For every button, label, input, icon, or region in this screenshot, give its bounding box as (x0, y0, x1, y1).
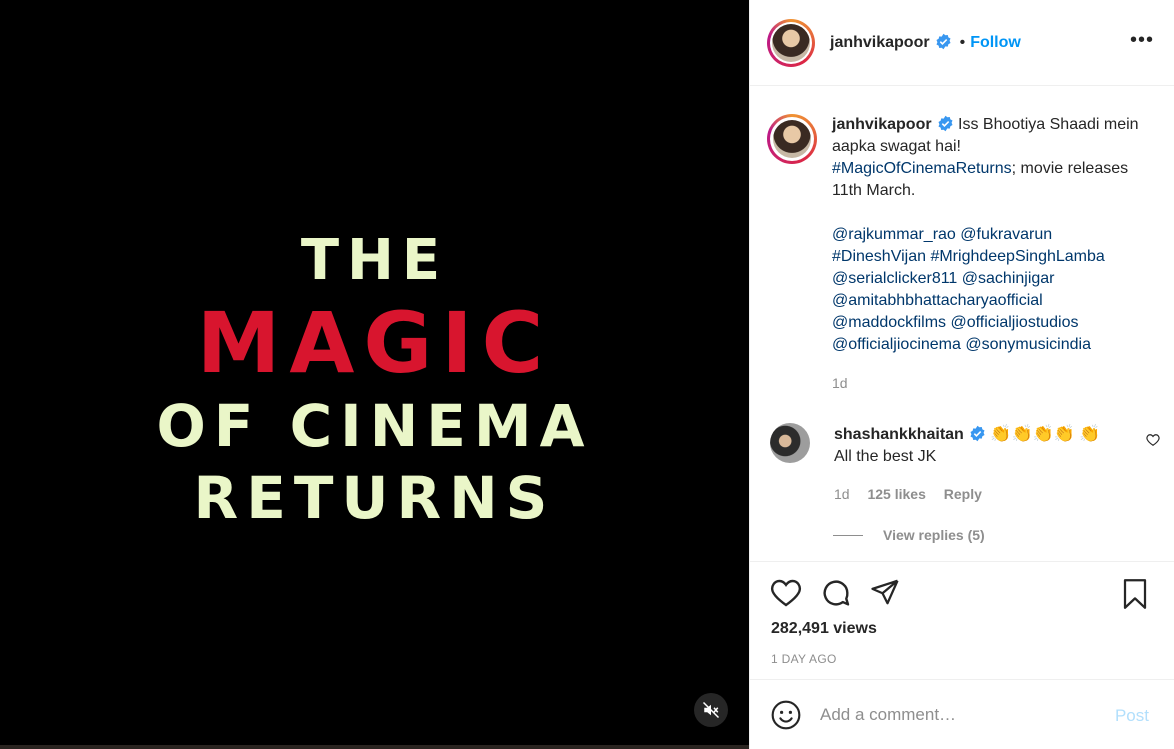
caption-avatar[interactable] (767, 114, 817, 164)
header-username[interactable]: janhvikapoor (830, 33, 952, 52)
avatar-image (772, 23, 810, 62)
comment-timestamp[interactable]: 1d (834, 486, 850, 502)
mute-button[interactable] (694, 693, 728, 727)
video-title-line-3: OF CINEMA (156, 392, 593, 460)
caption-timestamp[interactable]: 1d (832, 372, 1142, 394)
mention-link[interactable]: @fukravarun (960, 226, 1052, 243)
view-replies-button[interactable]: View replies (5) (833, 527, 985, 543)
video-title-line-1: THE (300, 228, 449, 293)
mention-link[interactable]: @maddockfilms (832, 314, 946, 331)
like-heart-icon[interactable] (770, 577, 802, 609)
mention-link[interactable]: @officialjiocinema (832, 336, 961, 353)
mention-link[interactable]: @serialclicker811 (832, 270, 957, 287)
comment-item: shashankkhaitan 👏👏👏👏 👏 All the best JK 1… (770, 423, 1160, 505)
post-caption: janhvikapoor Iss Bhootiya Shaadi mein aa… (767, 114, 1142, 394)
comment-meta: 1d 125 likes Reply (834, 483, 1104, 505)
video-player[interactable]: THE MAGIC OF CINEMA RETURNS (0, 0, 749, 749)
hashtag-link[interactable]: #MrighdeepSinghLamba (930, 248, 1104, 265)
comment-like-heart-icon[interactable] (1146, 433, 1160, 447)
reply-button[interactable]: Reply (944, 486, 982, 502)
save-bookmark-icon[interactable] (1120, 577, 1150, 611)
post-actions: 282,491 views 1 DAY AGO (750, 561, 1174, 679)
comment-likes[interactable]: 125 likes (867, 486, 925, 502)
replies-divider (833, 534, 863, 536)
more-options-icon[interactable]: ••• (1130, 30, 1154, 50)
mention-link[interactable]: @sonymusicindia (965, 336, 1091, 353)
verified-badge-icon (936, 33, 951, 50)
caption-hashtag[interactable]: #MagicOfCinemaReturns (832, 160, 1012, 177)
caption-mentions: @rajkummar_rao @fukravarun #DineshVijan … (832, 224, 1142, 356)
header-separator: • (959, 33, 966, 51)
post-header: janhvikapoor • Follow ••• (750, 0, 1174, 86)
clapping-hands-emoji: 👏 (1079, 424, 1101, 443)
video-title-line-4: RETURNS (193, 464, 556, 532)
comment-bubble-icon[interactable] (820, 577, 852, 609)
commenter-avatar[interactable] (770, 423, 810, 463)
avatar-image (773, 120, 811, 158)
comment-input[interactable] (820, 704, 1100, 725)
post-sidebar: janhvikapoor • Follow ••• janhvikapoor I… (749, 0, 1174, 749)
verified-badge-icon (970, 425, 985, 442)
clapping-hands-emoji: 👏👏👏👏 (990, 424, 1075, 443)
add-comment-bar: Post (750, 679, 1174, 749)
speaker-muted-icon (702, 701, 720, 719)
emoji-smiley-icon[interactable] (770, 699, 802, 731)
post-timestamp[interactable]: 1 DAY AGO (771, 652, 837, 666)
header-avatar[interactable] (767, 18, 815, 67)
video-title-line-2: MAGIC (196, 294, 553, 392)
mention-link[interactable]: @amitabhbhattacharyaofficial (832, 292, 1043, 309)
mention-link[interactable]: @officialjiostudios (951, 314, 1079, 331)
share-paper-plane-icon[interactable] (870, 577, 900, 607)
caption-username[interactable]: janhvikapoor (832, 116, 932, 133)
comment-text: All the best JK (834, 448, 937, 465)
comments-list[interactable]: janhvikapoor Iss Bhootiya Shaadi mein aa… (750, 87, 1174, 561)
view-replies-label: View replies (5) (883, 527, 985, 543)
post-comment-button[interactable]: Post (1115, 706, 1149, 726)
view-count[interactable]: 282,491 views (771, 620, 877, 638)
mention-link[interactable]: @sachinjigar (962, 270, 1055, 287)
follow-button[interactable]: Follow (970, 34, 1021, 52)
hashtag-link[interactable]: #DineshVijan (832, 248, 926, 265)
mention-link[interactable]: @rajkummar_rao (832, 226, 956, 243)
video-bottom-strip (0, 745, 749, 749)
commenter-username[interactable]: shashankkhaitan (834, 426, 964, 443)
verified-badge-icon (938, 115, 953, 132)
